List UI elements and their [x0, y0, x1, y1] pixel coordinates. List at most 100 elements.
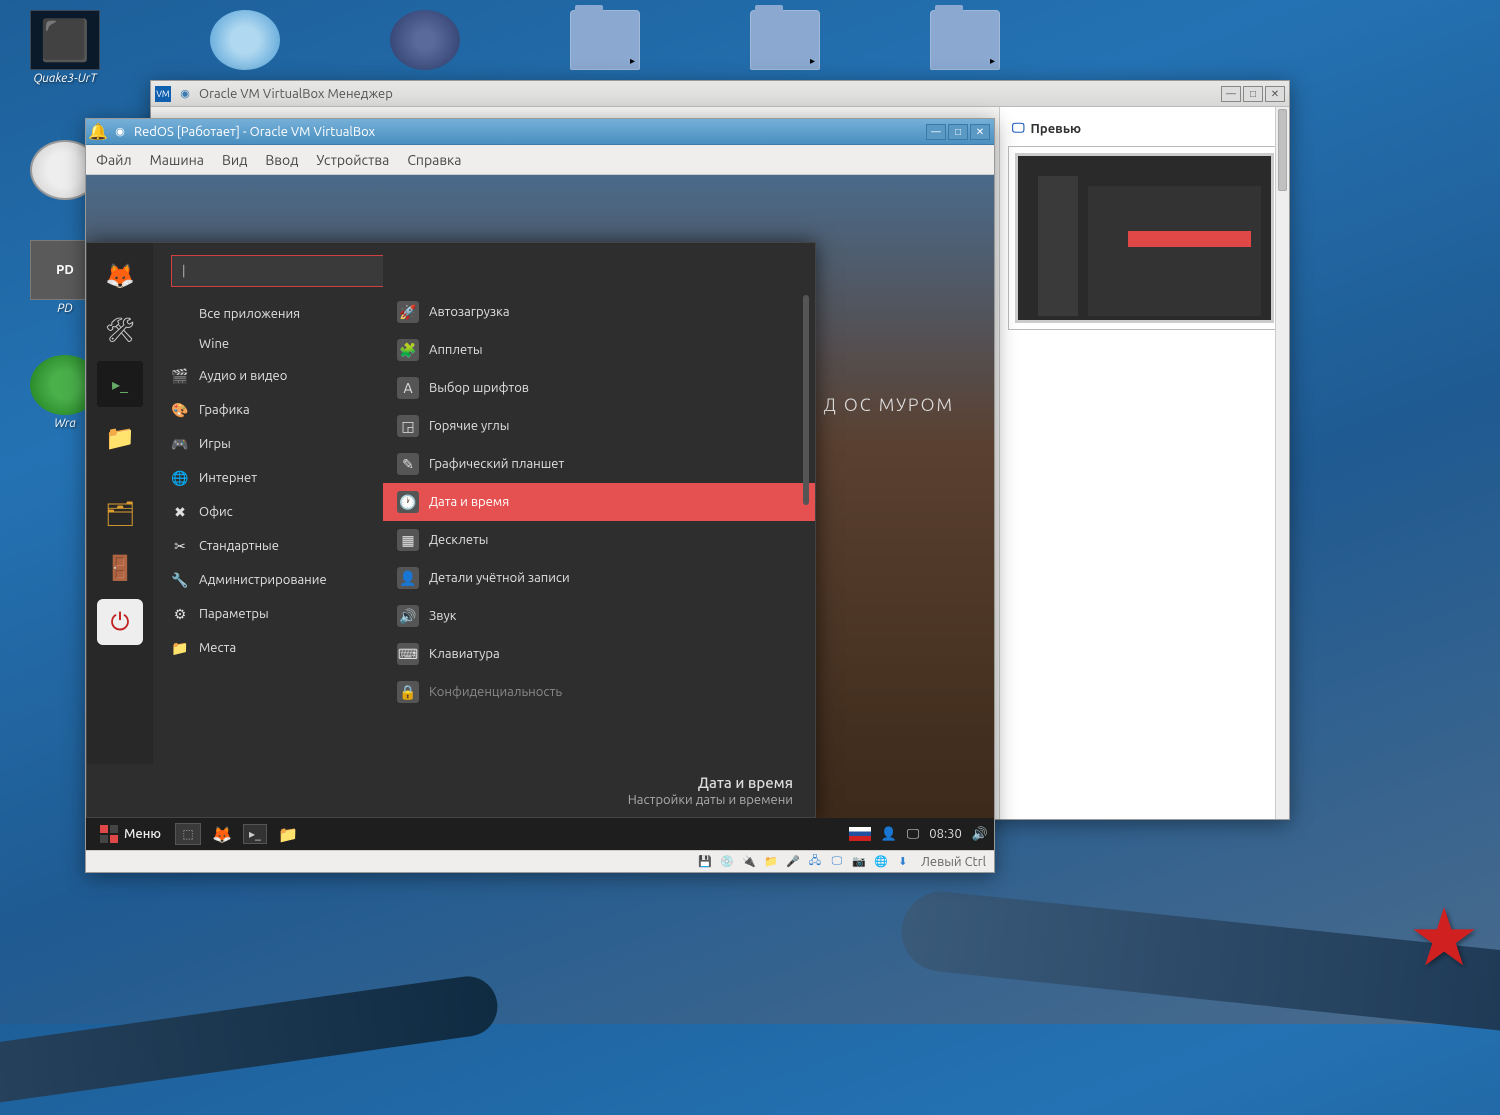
- desktop-icon-chromium[interactable]: [210, 10, 280, 85]
- panel-clock[interactable]: 08:30: [929, 827, 962, 841]
- close-button[interactable]: ✕: [970, 124, 990, 140]
- category-item-7[interactable]: ✂Стандартные: [153, 529, 383, 563]
- category-item-10[interactable]: 📁Места: [153, 631, 383, 665]
- desktop-icon-folder-1[interactable]: [570, 10, 640, 85]
- category-label: Администрирование: [199, 573, 327, 587]
- host-desktop-icons: ⬛ Quake3-UrT: [30, 10, 1470, 85]
- app-label: Детали учётной записи: [429, 571, 570, 585]
- vbox-icon: VM: [155, 86, 171, 102]
- sb-host-key: Левый Ctrl: [921, 855, 986, 869]
- app-icon: ▦: [397, 529, 419, 551]
- fav-app-1[interactable]: 🗂: [97, 491, 143, 537]
- menu-logo-icon: [100, 825, 118, 843]
- app-icon: ◲: [397, 415, 419, 437]
- menu-input[interactable]: Ввод: [265, 152, 298, 168]
- user-icon[interactable]: 👤: [881, 827, 897, 842]
- app-label: Графический планшет: [429, 457, 564, 471]
- app-item-3[interactable]: ◲Горячие углы: [383, 407, 815, 445]
- menu-view[interactable]: Вид: [222, 152, 247, 168]
- volume-icon[interactable]: 🔊: [972, 827, 988, 842]
- gear-icon: ◉: [177, 86, 193, 102]
- preview-label: Превью: [1031, 122, 1082, 136]
- fav-logout[interactable]: 🚪: [97, 545, 143, 591]
- start-menu: 🦊 🛠 ▸_ 📁 🗂 🚪 ⏻ | 🔍: [86, 242, 816, 818]
- category-item-1[interactable]: Wine: [153, 329, 383, 359]
- category-item-2[interactable]: 🎬Аудио и видео: [153, 359, 383, 393]
- sb-usb-icon: 🔌: [741, 855, 757, 869]
- category-item-6[interactable]: ✖Офис: [153, 495, 383, 529]
- menu-machine[interactable]: Машина: [150, 152, 204, 168]
- keyboard-layout-flag[interactable]: [849, 827, 871, 841]
- app-icon: 🕐: [397, 491, 419, 513]
- display-icon[interactable]: 🖵: [907, 827, 920, 842]
- app-item-0[interactable]: 🚀Автозагрузка: [383, 293, 815, 331]
- menu-footer: Дата и время Настройки даты и времени: [87, 764, 815, 817]
- app-icon: ⌨: [397, 643, 419, 665]
- category-item-8[interactable]: 🔧Администрирование: [153, 563, 383, 597]
- workspace-switcher-icon[interactable]: ⬚: [175, 823, 201, 845]
- category-label: Места: [199, 641, 236, 655]
- preview-thumbnail[interactable]: [1008, 146, 1281, 330]
- app-icon: 🔊: [397, 605, 419, 627]
- menu-devices[interactable]: Устройства: [316, 152, 389, 168]
- category-icon: 🎬: [171, 367, 189, 385]
- sb-folder-icon: 📁: [763, 855, 779, 869]
- panel-terminal-icon[interactable]: ▸_: [243, 824, 267, 844]
- sb-clipboard-icon: 🌐: [873, 855, 889, 869]
- app-icon: ✎: [397, 453, 419, 475]
- sb-display-icon: 🖵: [829, 855, 845, 869]
- app-item-8[interactable]: 🔊 Звук: [383, 597, 815, 635]
- app-item-6[interactable]: ▦Десклеты: [383, 521, 815, 559]
- category-label: Все приложения: [199, 307, 300, 321]
- desktop-icon-seamonkey[interactable]: [390, 10, 460, 85]
- sb-hdd-icon: 💾: [697, 855, 713, 869]
- category-item-5[interactable]: 🌐Интернет: [153, 461, 383, 495]
- category-item-0[interactable]: Все приложения: [153, 299, 383, 329]
- category-item-3[interactable]: 🎨Графика: [153, 393, 383, 427]
- desktop-icon-quake[interactable]: ⬛ Quake3-UrT: [30, 10, 100, 85]
- vbox-manager-title: Oracle VM VirtualBox Менеджер: [199, 87, 393, 101]
- category-icon: ⚙: [171, 605, 189, 623]
- panel-files-icon[interactable]: 📁: [273, 820, 303, 848]
- vm-guest-screen: Д ОС МУРОМ 🦊 🛠 ▸_ 📁 🗂 🚪 ⏻ |: [86, 175, 994, 850]
- vm-window: 🔔 ◉ RedOS [Работает] - Oracle VM Virtual…: [85, 118, 995, 873]
- vbox-manager-titlebar[interactable]: VM ◉ Oracle VM VirtualBox Менеджер — □ ✕: [151, 81, 1289, 107]
- fav-settings[interactable]: 🛠: [97, 307, 143, 353]
- minimize-button[interactable]: —: [1221, 86, 1241, 102]
- minimize-button[interactable]: —: [926, 124, 946, 140]
- search-input[interactable]: | 🔍: [171, 255, 383, 287]
- desktop-icon-folder-2[interactable]: [750, 10, 820, 85]
- app-item-4[interactable]: ✎ Графический планшет: [383, 445, 815, 483]
- app-label: Автозагрузка: [429, 305, 510, 319]
- vm-titlebar[interactable]: 🔔 ◉ RedOS [Работает] - Oracle VM Virtual…: [86, 119, 994, 145]
- maximize-button[interactable]: □: [1243, 86, 1263, 102]
- category-label: Игры: [199, 437, 231, 451]
- desktop-icon-folder-3[interactable]: [930, 10, 1000, 85]
- sb-capture-icon: 📷: [851, 855, 867, 869]
- guest-watermark: Д ОС МУРОМ: [824, 395, 954, 415]
- footer-subtitle: Настройки даты и времени: [109, 793, 793, 807]
- category-label: Стандартные: [199, 539, 279, 553]
- category-item-4[interactable]: 🎮Игры: [153, 427, 383, 461]
- fav-files[interactable]: 📁: [97, 415, 143, 461]
- app-item-5[interactable]: 🕐Дата и время: [383, 483, 815, 521]
- apps-scrollbar[interactable]: [803, 295, 809, 505]
- app-item-9[interactable]: ⌨Клавиатура: [383, 635, 815, 673]
- menu-file[interactable]: Файл: [96, 152, 132, 168]
- menu-help[interactable]: Справка: [407, 152, 461, 168]
- fav-terminal[interactable]: ▸_: [97, 361, 143, 407]
- app-item-2[interactable]: AВыбор шрифтов: [383, 369, 815, 407]
- app-item-10[interactable]: 🔒Конфиденциальность: [383, 673, 815, 711]
- panel-firefox-icon[interactable]: 🦊: [207, 820, 237, 848]
- menu-button[interactable]: Меню: [92, 820, 169, 848]
- sb-indicator-icon: ⬇: [895, 855, 911, 869]
- close-button[interactable]: ✕: [1265, 86, 1285, 102]
- maximize-button[interactable]: □: [948, 124, 968, 140]
- scrollbar[interactable]: [1275, 107, 1289, 819]
- category-item-9[interactable]: ⚙Параметры: [153, 597, 383, 631]
- app-item-1[interactable]: 🧩Апплеты: [383, 331, 815, 369]
- app-label: Звук: [429, 609, 456, 623]
- fav-shutdown[interactable]: ⏻: [97, 599, 143, 645]
- app-item-7[interactable]: 👤Детали учётной записи: [383, 559, 815, 597]
- fav-firefox[interactable]: 🦊: [97, 253, 143, 299]
